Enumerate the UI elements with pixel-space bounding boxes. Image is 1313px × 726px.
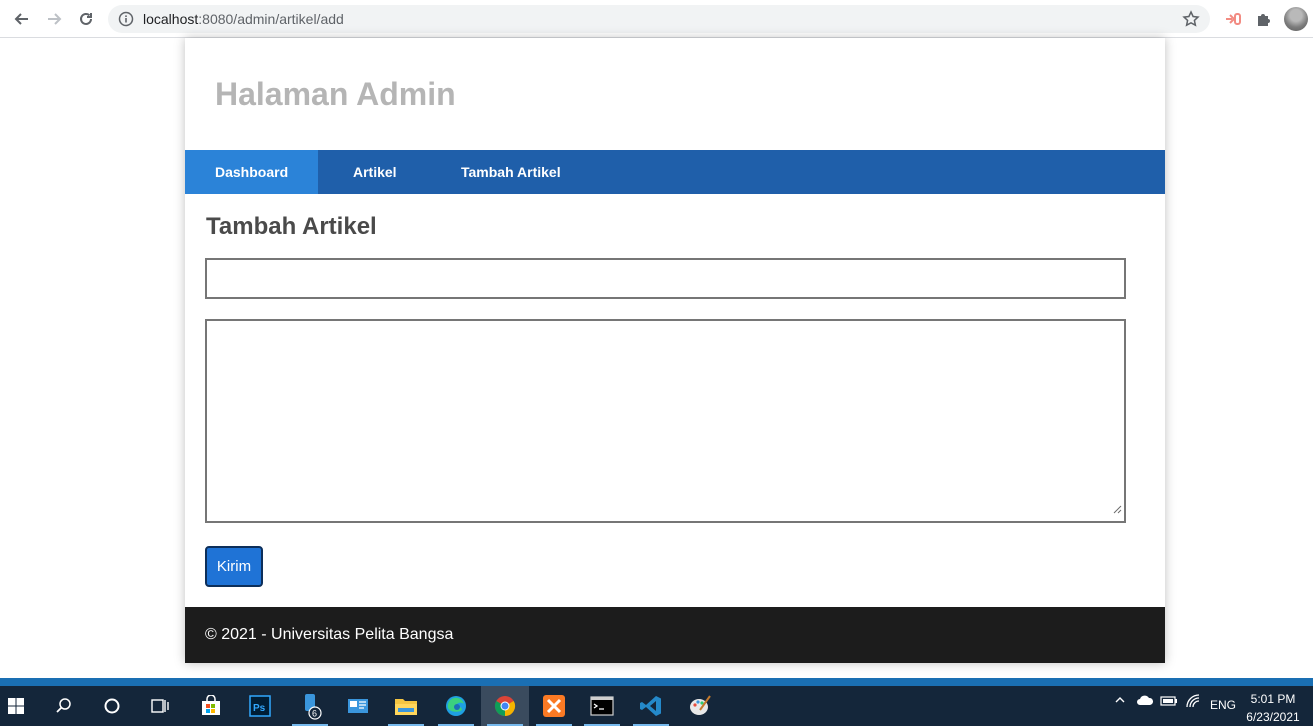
cortana-icon [104,698,120,714]
title-input[interactable] [205,258,1126,299]
taskbar-vscode[interactable] [627,686,675,726]
arrow-left-icon [14,13,28,25]
taskbar-accent-strip [0,678,1313,686]
start-button[interactable] [0,686,40,726]
forward-button[interactable] [42,7,66,31]
taskbar-control-panel[interactable] [334,686,382,726]
site-footer: © 2021 - Universitas Pelita Bangsa [185,607,1165,663]
windows-logo-icon [8,698,24,714]
back-button[interactable] [10,7,34,31]
footer-text: © 2021 - Universitas Pelita Bangsa [205,626,454,643]
control-panel-icon [348,699,368,713]
svg-text:Ps: Ps [253,703,266,714]
clock[interactable]: 5:01 PM 6/23/2021 [1240,690,1306,726]
taskbar-chrome[interactable] [481,686,529,726]
badge-count: 6 [312,709,317,719]
store-icon [202,695,220,715]
folder-icon [395,699,417,715]
main-content: Tambah Artikel Kirim [185,194,1165,607]
clock-time: 5:01 PM [1250,692,1296,706]
url-host: localhost [143,11,199,27]
task-view-icon [151,699,169,713]
windows-taskbar: Ps 6 ENG 5:01 PM 6/23/2021 [0,678,1313,726]
profile-avatar[interactable] [1284,7,1308,31]
taskbar-file-explorer[interactable] [382,686,430,726]
language-indicator[interactable]: ENG [1210,698,1236,712]
search-icon [56,698,71,713]
onedrive-icon[interactable] [1136,694,1154,709]
star-icon[interactable] [1182,10,1200,33]
reload-button[interactable] [74,7,98,31]
url-text: localhost:8080/admin/artikel/add [143,11,344,27]
info-icon[interactable] [118,11,134,32]
url-path: :8080/admin/artikel/add [198,11,344,27]
arrow-right-icon [48,13,62,25]
xampp-icon [543,695,565,717]
form-heading: Tambah Artikel [206,213,377,240]
taskbar-terminal[interactable] [578,686,626,726]
resize-handle-icon[interactable] [1112,501,1122,519]
vscode-icon [640,696,661,716]
submit-button[interactable]: Kirim [205,546,263,587]
browser-toolbar: localhost:8080/admin/artikel/add [0,0,1313,38]
task-view-button[interactable] [136,686,184,726]
phone-icon: 6 [305,694,322,720]
content-textarea[interactable] [205,319,1126,523]
taskbar-paint[interactable] [676,686,724,726]
main-navbar: Dashboard Artikel Tambah Artikel [185,150,1165,194]
battery-icon[interactable] [1160,694,1178,709]
site-title: Halaman Admin [215,76,456,112]
taskbar-xampp[interactable] [530,686,578,726]
reload-icon [80,12,92,25]
nav-tambah-artikel[interactable]: Tambah Artikel [461,150,561,194]
taskbar-phone-app[interactable]: 6 [286,686,334,726]
clock-date: 6/23/2021 [1246,710,1300,724]
paint-icon [690,695,711,715]
search-button[interactable] [40,686,88,726]
edge-icon [446,696,466,716]
nav-artikel[interactable]: Artikel [353,150,397,194]
terminal-icon [590,696,614,716]
nav-dashboard[interactable]: Dashboard [185,150,318,194]
cortana-button[interactable] [88,686,136,726]
taskbar-store[interactable] [187,686,235,726]
address-bar[interactable]: localhost:8080/admin/artikel/add [108,5,1210,33]
page-container: Halaman Admin Dashboard Artikel Tambah A… [185,38,1165,663]
extension-cast-icon[interactable] [1222,8,1244,30]
show-hidden-icons[interactable] [1114,694,1126,709]
puzzle-icon[interactable] [1253,8,1275,30]
taskbar-edge[interactable] [432,686,480,726]
page-viewport: Halaman Admin Dashboard Artikel Tambah A… [0,38,1313,678]
chrome-icon [494,696,516,717]
wifi-icon[interactable] [1186,694,1202,711]
site-header: Halaman Admin [185,38,1165,150]
taskbar-photoshop[interactable]: Ps [236,686,284,726]
photoshop-icon: Ps [249,695,271,717]
